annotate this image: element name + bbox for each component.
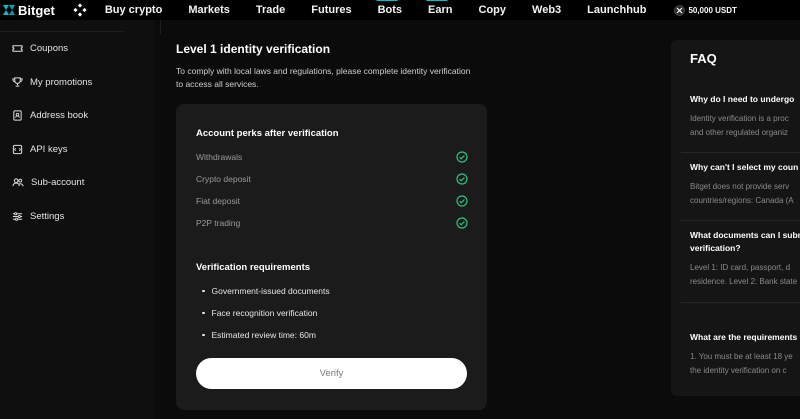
perk-row: Fiat deposit xyxy=(196,195,468,207)
sidebar-item-promotions[interactable]: My promotions xyxy=(0,66,154,100)
bullet xyxy=(202,311,205,315)
divider xyxy=(160,20,161,34)
sidebar-item-label: Address book xyxy=(30,110,89,122)
sidebar-item-label: Sub-account xyxy=(31,177,85,189)
check-circle-icon xyxy=(456,195,468,207)
faq-question: What documents can I subm xyxy=(690,230,800,240)
page-title: Level 1 identity verification xyxy=(176,42,331,56)
faq-question: Why do I need to undergo xyxy=(690,94,795,104)
faq-divider xyxy=(681,220,800,221)
nav-markets[interactable]: Markets xyxy=(188,4,230,16)
sidebar-item-sub-account[interactable]: Sub-account xyxy=(0,166,154,200)
nav-launchhub[interactable]: Launchhub xyxy=(587,4,646,16)
faq-answer: Identity verification is a proc and other… xyxy=(690,112,800,140)
nav-earn-badge xyxy=(426,0,449,1)
requirement-item: Estimated review time: 60m xyxy=(202,330,316,340)
sidebar-item-label: Settings xyxy=(30,210,65,222)
page-description: To comply with local laws and regulation… xyxy=(176,66,471,89)
trophy-icon xyxy=(12,77,23,87)
users-icon xyxy=(12,178,24,187)
check-circle-icon xyxy=(456,151,468,163)
sidebar-divider xyxy=(0,20,124,32)
requirement-label: Government-issued documents xyxy=(211,286,330,296)
verification-card: Account perks after verification Withdra… xyxy=(176,104,487,410)
check-circle-icon xyxy=(456,173,468,185)
faq-item[interactable]: What are the requirements 1. You must be… xyxy=(690,331,800,378)
faq-answer-line: 1. You must be at least 18 ye xyxy=(690,352,793,361)
nav-bots[interactable]: Bots xyxy=(375,0,403,16)
sidebar-item-settings[interactable]: Settings xyxy=(0,200,154,234)
perk-row: Crypto deposit xyxy=(196,173,468,185)
faq-panel: FAQ Why do I need to undergo Identity ve… xyxy=(671,40,800,396)
sidebar-item-label: API keys xyxy=(30,143,68,155)
sidebar-item-api-keys[interactable]: API keys xyxy=(0,133,154,167)
address-book-icon xyxy=(13,110,22,121)
bitget-logo-icon xyxy=(3,5,15,15)
faq-question-line2: verification? xyxy=(690,243,741,253)
coupon-icon xyxy=(12,45,23,53)
faq-item[interactable]: What documents can I subm verification? … xyxy=(690,229,800,289)
bitget-logo[interactable]: Bitget xyxy=(2,3,55,18)
faq-answer-line: Bitget does not provide serv xyxy=(690,182,790,191)
perk-label: Crypto deposit xyxy=(196,174,251,184)
sidebar-item-address-book[interactable]: Address book xyxy=(0,99,154,133)
perk-row: Withdrawals xyxy=(196,151,468,163)
sidebar-item-coupons[interactable]: Coupons xyxy=(0,32,154,66)
sidebar: Coupons My promotions Address book API k… xyxy=(0,20,154,419)
nav-earn[interactable]: Earn xyxy=(426,0,453,16)
api-icon xyxy=(12,144,23,154)
faq-title: FAQ xyxy=(690,51,717,66)
reward-x-icon xyxy=(674,4,686,16)
main-content: Level 1 identity verification To comply … xyxy=(154,20,669,419)
requirement-label: Estimated review time: 60m xyxy=(211,330,316,340)
sidebar-item-label: Coupons xyxy=(30,43,69,55)
faq-item[interactable]: Why can't I select my coun Bitget does n… xyxy=(690,161,800,208)
requirement-item: Face recognition verification xyxy=(202,308,317,318)
faq-question: Why can't I select my coun xyxy=(690,162,799,172)
faq-answer: 1. You must be at least 18 ye the identit… xyxy=(690,350,800,378)
promo-text: 50,000 USDT xyxy=(688,5,737,15)
faq-divider xyxy=(681,302,800,303)
verify-button[interactable]: Verify xyxy=(196,358,467,389)
faq-answer-line: residence. Level 2: Bank state xyxy=(690,277,798,286)
bullet xyxy=(202,333,205,337)
perk-label: Withdrawals xyxy=(196,152,243,162)
faq-answer-line: Identity verification is a proc xyxy=(690,114,789,123)
faq-item[interactable]: Why do I need to undergo Identity verifi… xyxy=(690,93,800,140)
faq-divider xyxy=(681,152,800,153)
nav-web3[interactable]: Web3 xyxy=(532,4,561,16)
nav-buy-crypto[interactable]: Buy crypto xyxy=(105,4,162,16)
faq-answer-line: Level 1: ID card, passport, d xyxy=(690,263,791,272)
perk-label: P2P trading xyxy=(196,218,241,228)
requirement-item: Government-issued documents xyxy=(202,286,330,296)
promo-reward[interactable]: 50,000 USDT xyxy=(674,4,737,16)
top-navigation: Bitget Buy crypto Markets Trade Futures … xyxy=(0,0,800,20)
faq-answer: Level 1: ID card, passport, d residence. … xyxy=(690,261,800,289)
nav-bots-label: Bots xyxy=(377,4,403,16)
requirements-title: Verification requirements xyxy=(196,262,311,273)
perk-label: Fiat deposit xyxy=(196,196,240,206)
nav-futures[interactable]: Futures xyxy=(311,4,351,16)
perk-row: P2P trading xyxy=(196,217,468,229)
faq-section: FAQ Why do I need to undergo Identity ve… xyxy=(669,20,800,419)
check-circle-icon xyxy=(456,217,468,229)
perks-title: Account perks after verification xyxy=(196,128,339,139)
apps-grid-icon[interactable] xyxy=(73,3,87,17)
nav-earn-label: Earn xyxy=(428,4,453,16)
faq-answer: Bitget does not provide serv countries/re… xyxy=(690,180,800,208)
brand-name: Bitget xyxy=(18,2,55,18)
nav-copy[interactable]: Copy xyxy=(479,4,507,16)
settings-sliders-icon xyxy=(12,211,23,221)
faq-answer-line: countries/regions: Canada (A xyxy=(690,196,794,205)
faq-answer-line: and other regulated organiz xyxy=(690,128,788,137)
bullet xyxy=(202,289,205,293)
sidebar-item-label: My promotions xyxy=(30,76,93,88)
faq-question: What are the requirements xyxy=(690,332,798,342)
requirement-label: Face recognition verification xyxy=(211,308,318,318)
faq-answer-line: the identity verification on c xyxy=(690,366,787,375)
nav-bots-badge xyxy=(375,0,398,1)
nav-trade[interactable]: Trade xyxy=(256,4,285,16)
